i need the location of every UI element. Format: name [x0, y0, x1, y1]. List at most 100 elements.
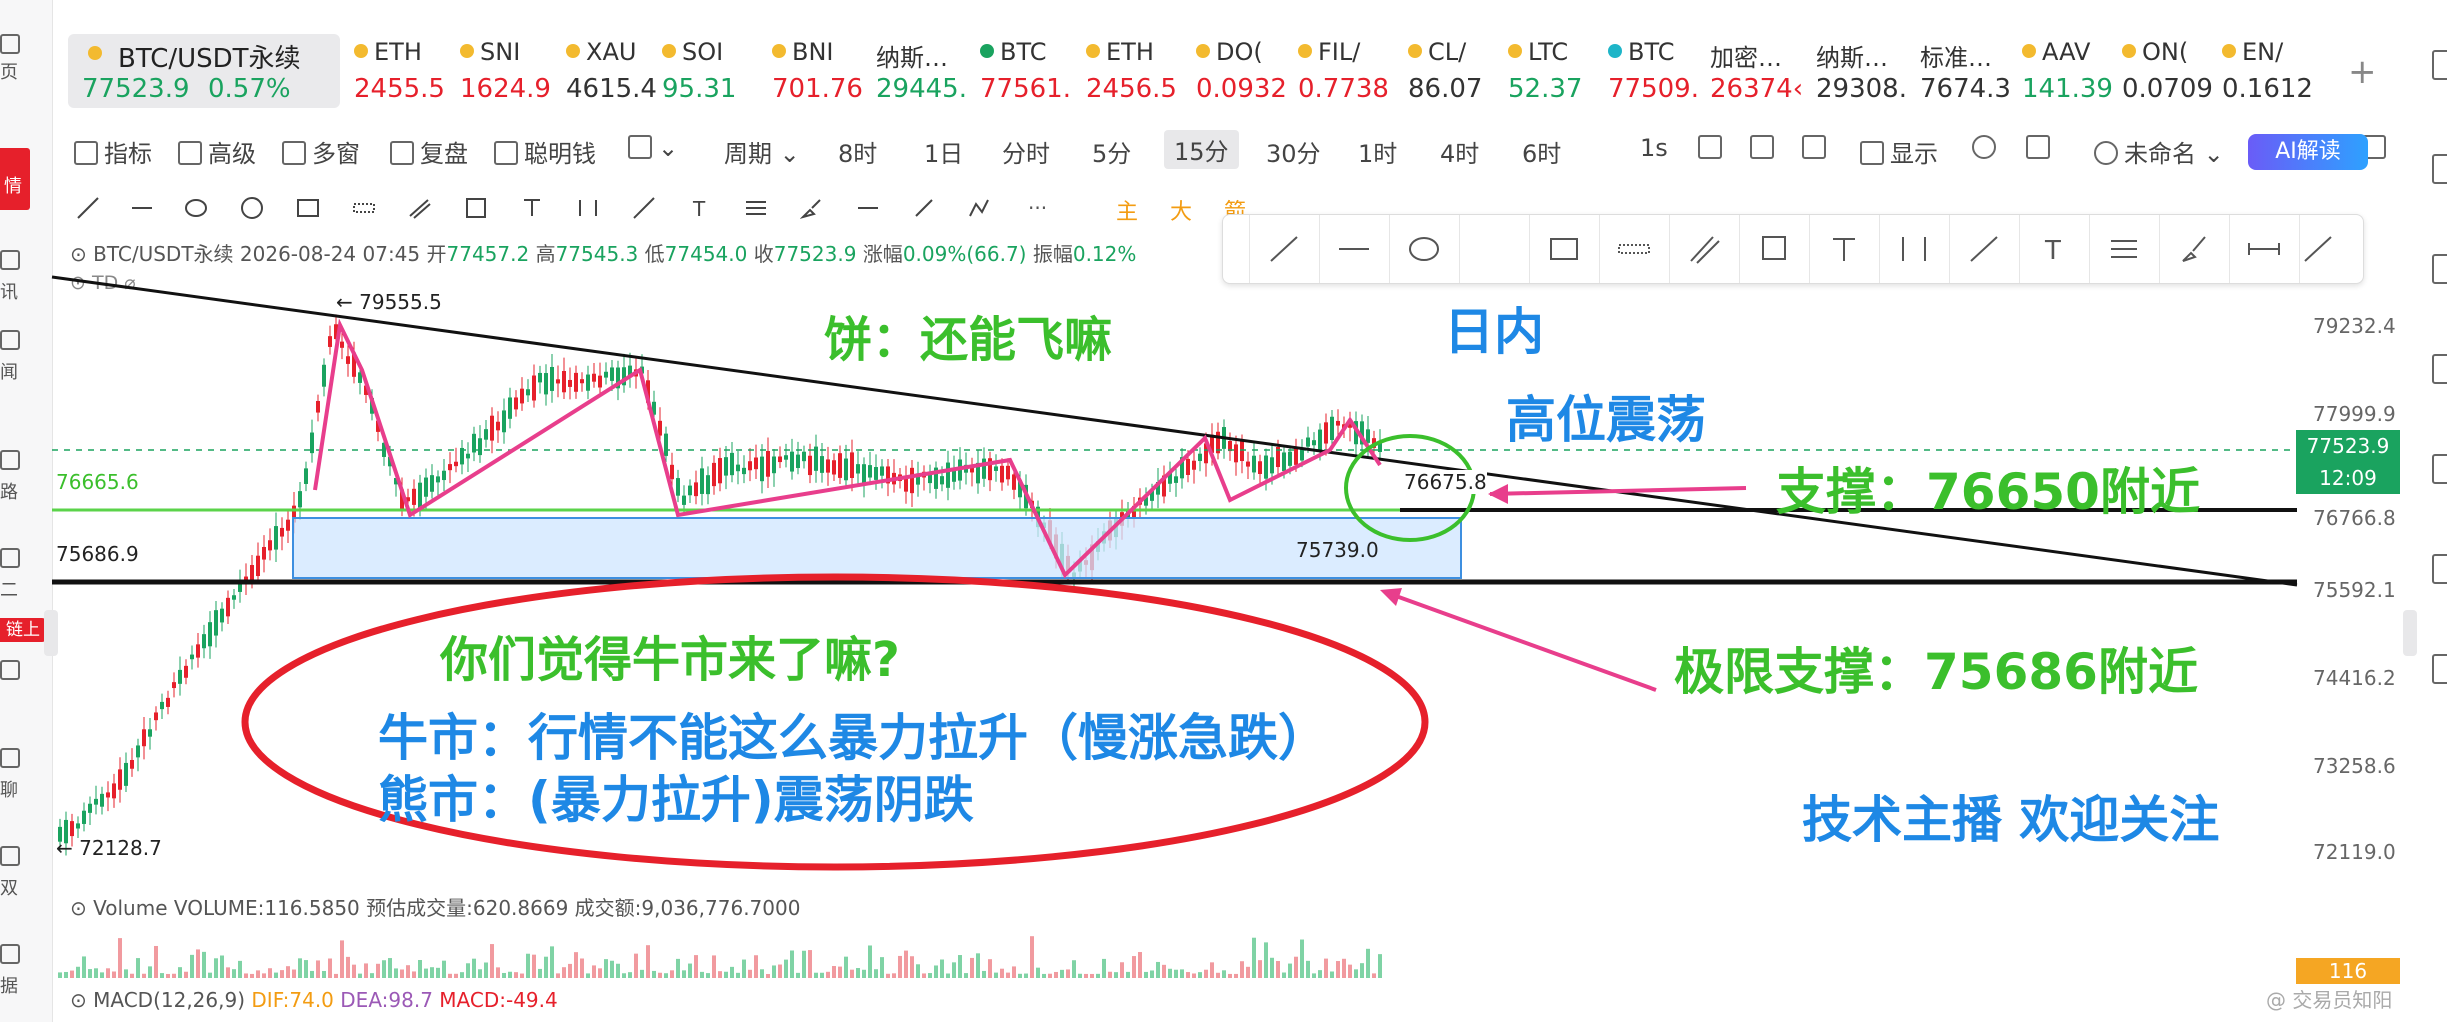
volume-bar	[1372, 973, 1376, 978]
collapse-macd-icon[interactable]: ⊙	[70, 988, 87, 1012]
volume-bar	[1024, 973, 1028, 978]
candle-body	[1234, 444, 1238, 463]
candle-body	[826, 459, 830, 473]
volume-bar	[580, 958, 584, 978]
annotation-support: 支撑：76650附近	[1776, 463, 2200, 521]
candle-body	[340, 341, 344, 348]
candle-body	[274, 526, 278, 550]
volume-bar	[412, 971, 416, 978]
volume-bar	[1156, 961, 1160, 978]
candle-body	[1012, 474, 1016, 490]
volume-bar	[724, 971, 728, 978]
candle-body	[220, 608, 224, 623]
volume-bar	[280, 970, 284, 978]
candle-body	[868, 465, 872, 478]
volume-bar	[802, 950, 806, 978]
candle-body	[310, 432, 314, 454]
volume-bar	[262, 973, 266, 978]
volume-bar	[1078, 973, 1082, 978]
volume-bar	[208, 972, 212, 978]
volume-bar	[646, 945, 650, 978]
volume-bar	[1066, 969, 1070, 978]
candle-body	[532, 375, 536, 401]
watermark: @ 交易员知阳	[2266, 988, 2393, 1012]
candle-body	[814, 446, 818, 471]
candle-body	[1252, 455, 1256, 473]
volume-bar	[1030, 936, 1034, 978]
volume-bar	[58, 972, 62, 978]
volume-bar	[1108, 971, 1112, 978]
volume-bar	[1174, 969, 1178, 978]
volume-bar	[898, 955, 902, 978]
volume-bar	[322, 970, 326, 978]
volume-bar	[1360, 963, 1364, 978]
volume-bar	[982, 970, 986, 978]
volume-bar	[1276, 961, 1280, 978]
volume-bar	[562, 967, 566, 978]
volume-bar	[118, 938, 122, 978]
candle-body	[256, 555, 260, 577]
candle-body	[910, 467, 914, 494]
candle-body	[190, 654, 194, 660]
volume-bar	[1282, 972, 1286, 978]
candle-body	[172, 682, 176, 689]
volume-bar	[244, 973, 248, 978]
volume-bar	[736, 972, 740, 978]
volume-bar	[382, 960, 386, 978]
candle-body	[856, 464, 860, 474]
candle-body	[226, 597, 230, 617]
volume-bar	[1246, 966, 1250, 978]
volume-bar	[460, 972, 464, 978]
candle-body	[160, 701, 164, 710]
candle-body	[502, 410, 506, 433]
volume-bar	[316, 960, 320, 978]
volume-bar	[652, 970, 656, 978]
volume-bar	[418, 960, 422, 978]
volume-bar	[124, 969, 128, 978]
volume-bar	[106, 968, 110, 978]
volume-bar	[880, 957, 884, 978]
price-axis[interactable]: 79232.4 77999.9 76766.8 75592.1 74416.2 …	[2297, 230, 2407, 990]
candle-body	[850, 452, 854, 478]
volume-bar	[532, 954, 536, 978]
volume-bar	[178, 967, 182, 978]
candle-body	[196, 644, 200, 658]
volume-bar	[1234, 973, 1238, 978]
candle-body	[70, 821, 74, 837]
candle-body	[298, 491, 302, 508]
volume-bar	[568, 963, 572, 978]
volume-bar	[166, 973, 170, 978]
candle-body	[280, 527, 284, 537]
annotation-bear: 熊市：(暴力拉升)震荡阴跌	[378, 771, 974, 829]
candle-body	[706, 475, 710, 495]
volume-bar	[370, 973, 374, 978]
candle-body	[610, 367, 614, 381]
volume-bar	[130, 973, 134, 978]
candle-body	[676, 478, 680, 496]
volume-bar	[1210, 962, 1214, 978]
collapse-volume-icon[interactable]: ⊙	[70, 896, 87, 920]
volume-bar	[238, 960, 242, 978]
candle-body	[1312, 440, 1316, 446]
volume-bar	[1000, 968, 1004, 978]
candle-body	[106, 792, 110, 798]
volume-bar	[256, 970, 260, 978]
candle-body	[1258, 461, 1262, 474]
volume-bar	[1168, 968, 1172, 978]
volume-bar	[448, 973, 452, 978]
volume-bar	[1270, 957, 1274, 978]
candle-body	[1324, 422, 1328, 444]
volume-bar	[478, 969, 482, 978]
volume-bar	[376, 963, 380, 978]
candle-body	[82, 810, 86, 824]
volume-bar	[328, 958, 332, 978]
volume-bar	[232, 969, 236, 978]
candle-body	[778, 456, 782, 463]
candle-body	[202, 634, 206, 649]
candle-body	[550, 366, 554, 391]
volume-bar	[1072, 960, 1076, 978]
volume-bar	[1258, 960, 1262, 978]
candle-body	[544, 373, 548, 395]
volume-bar	[874, 969, 878, 978]
candle-body	[688, 485, 692, 496]
